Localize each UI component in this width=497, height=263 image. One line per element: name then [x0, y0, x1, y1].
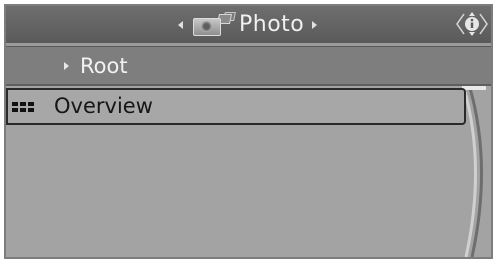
- triangle-right-icon[interactable]: [312, 20, 318, 29]
- info-icon[interactable]: [455, 8, 489, 40]
- title-bar: Photo: [6, 6, 491, 43]
- triangle-right-icon: [64, 62, 69, 70]
- display-screen: Photo Root Overview: [4, 4, 493, 259]
- list-item-overview[interactable]: Overview: [6, 88, 466, 125]
- title-group[interactable]: Photo: [178, 8, 318, 41]
- camera-lens-icon-part: [201, 20, 212, 32]
- menu-list: Overview: [6, 86, 491, 257]
- camera-with-cards-icon: [191, 11, 236, 39]
- breadcrumb[interactable]: Root: [6, 46, 491, 86]
- breadcrumb-label: Root: [80, 54, 128, 78]
- triangle-left-icon[interactable]: [178, 20, 183, 29]
- list-item-label: Overview: [54, 94, 153, 118]
- page-title: Photo: [239, 12, 305, 37]
- grid-view-icon: [12, 102, 34, 112]
